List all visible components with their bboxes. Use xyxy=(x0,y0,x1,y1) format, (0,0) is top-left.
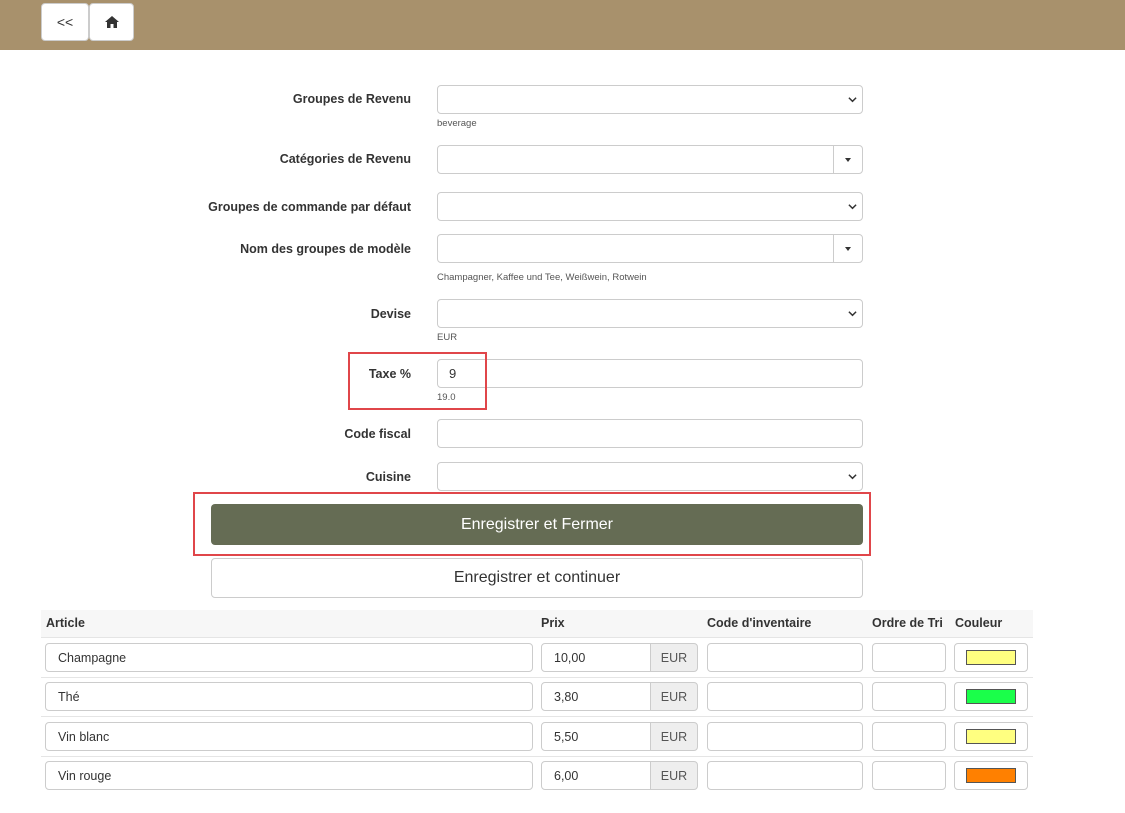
price-value: 3,80 xyxy=(554,689,579,704)
chevron-down-icon xyxy=(848,474,857,480)
color-swatch xyxy=(966,729,1016,744)
price-value: 10,00 xyxy=(554,650,586,665)
price-value: 5,50 xyxy=(554,729,579,744)
article-input[interactable]: Vin rouge xyxy=(45,761,533,790)
revenue-categories-label: Catégories de Revenu xyxy=(279,152,411,166)
color-swatch xyxy=(966,768,1016,783)
back-button[interactable]: << xyxy=(41,3,89,41)
sort-order-input[interactable] xyxy=(872,722,946,751)
color-picker[interactable] xyxy=(954,682,1028,711)
row-divider xyxy=(41,677,1033,678)
caret-down-icon xyxy=(845,246,851,251)
article-value: Vin blanc xyxy=(58,729,110,744)
template-group-names-label: Nom des groupes de modèle xyxy=(240,242,411,256)
top-bar xyxy=(0,0,1125,50)
default-order-groups-select[interactable] xyxy=(437,192,863,221)
column-header-inventory-code: Code d'inventaire xyxy=(707,616,812,630)
article-value: Thé xyxy=(58,689,80,704)
currency-select[interactable] xyxy=(437,299,863,328)
home-icon xyxy=(104,16,119,28)
article-value: Vin rouge xyxy=(58,768,112,783)
column-header-price: Prix xyxy=(541,616,565,630)
save-close-highlight xyxy=(193,492,871,556)
kitchen-label: Cuisine xyxy=(365,470,411,484)
inventory-code-input[interactable] xyxy=(707,682,863,711)
sort-order-input[interactable] xyxy=(872,643,946,672)
chevron-down-icon xyxy=(848,97,857,103)
template-group-names-hint: Champagner, Kaffee und Tee, Weißwein, Ro… xyxy=(437,272,647,283)
kitchen-select[interactable] xyxy=(437,462,863,491)
currency-addon: EUR xyxy=(650,761,698,790)
column-header-article: Article xyxy=(46,616,85,630)
row-divider xyxy=(41,756,1033,757)
currency-hint: EUR xyxy=(437,332,458,343)
chevron-down-icon xyxy=(848,204,857,210)
color-swatch xyxy=(966,650,1016,665)
color-picker[interactable] xyxy=(954,761,1028,790)
template-group-names-combobox[interactable] xyxy=(437,234,863,263)
tax-highlight xyxy=(348,352,487,410)
chevron-down-icon xyxy=(848,311,857,317)
inventory-code-input[interactable] xyxy=(707,722,863,751)
article-input[interactable]: Champagne xyxy=(45,643,533,672)
color-swatch xyxy=(966,689,1016,704)
revenue-groups-select[interactable] xyxy=(437,85,863,114)
color-picker[interactable] xyxy=(954,722,1028,751)
article-input[interactable]: Thé xyxy=(45,682,533,711)
template-group-names-dropdown-toggle[interactable] xyxy=(833,235,862,262)
currency-label: Devise xyxy=(370,307,411,321)
currency-addon: EUR xyxy=(650,722,698,751)
price-input[interactable]: 6,00 xyxy=(541,761,651,790)
fiscal-code-input[interactable] xyxy=(437,419,863,448)
price-value: 6,00 xyxy=(554,768,579,783)
price-input[interactable]: 3,80 xyxy=(541,682,651,711)
caret-down-icon xyxy=(845,157,851,162)
save-and-continue-button[interactable]: Enregistrer et continuer xyxy=(211,558,863,598)
column-header-color: Couleur xyxy=(955,616,1003,630)
article-input[interactable]: Vin blanc xyxy=(45,722,533,751)
fiscal-code-label: Code fiscal xyxy=(344,427,411,441)
price-input[interactable]: 10,00 xyxy=(541,643,651,672)
tax-input[interactable]: 9 xyxy=(437,359,863,388)
sort-order-input[interactable] xyxy=(872,682,946,711)
revenue-groups-hint: beverage xyxy=(437,118,477,129)
currency-addon: EUR xyxy=(650,643,698,672)
row-divider xyxy=(41,716,1033,717)
revenue-groups-label: Groupes de Revenu xyxy=(292,92,411,106)
article-value: Champagne xyxy=(58,650,127,665)
color-picker[interactable] xyxy=(954,643,1028,672)
price-input[interactable]: 5,50 xyxy=(541,722,651,751)
default-order-groups-label: Groupes de commande par défaut xyxy=(208,200,411,214)
inventory-code-input[interactable] xyxy=(707,761,863,790)
column-header-sort-order: Ordre de Tri xyxy=(872,616,943,630)
revenue-categories-dropdown-toggle[interactable] xyxy=(833,146,862,173)
inventory-code-input[interactable] xyxy=(707,643,863,672)
currency-addon: EUR xyxy=(650,682,698,711)
revenue-categories-combobox[interactable] xyxy=(437,145,863,174)
sort-order-input[interactable] xyxy=(872,761,946,790)
home-button[interactable] xyxy=(89,3,134,41)
